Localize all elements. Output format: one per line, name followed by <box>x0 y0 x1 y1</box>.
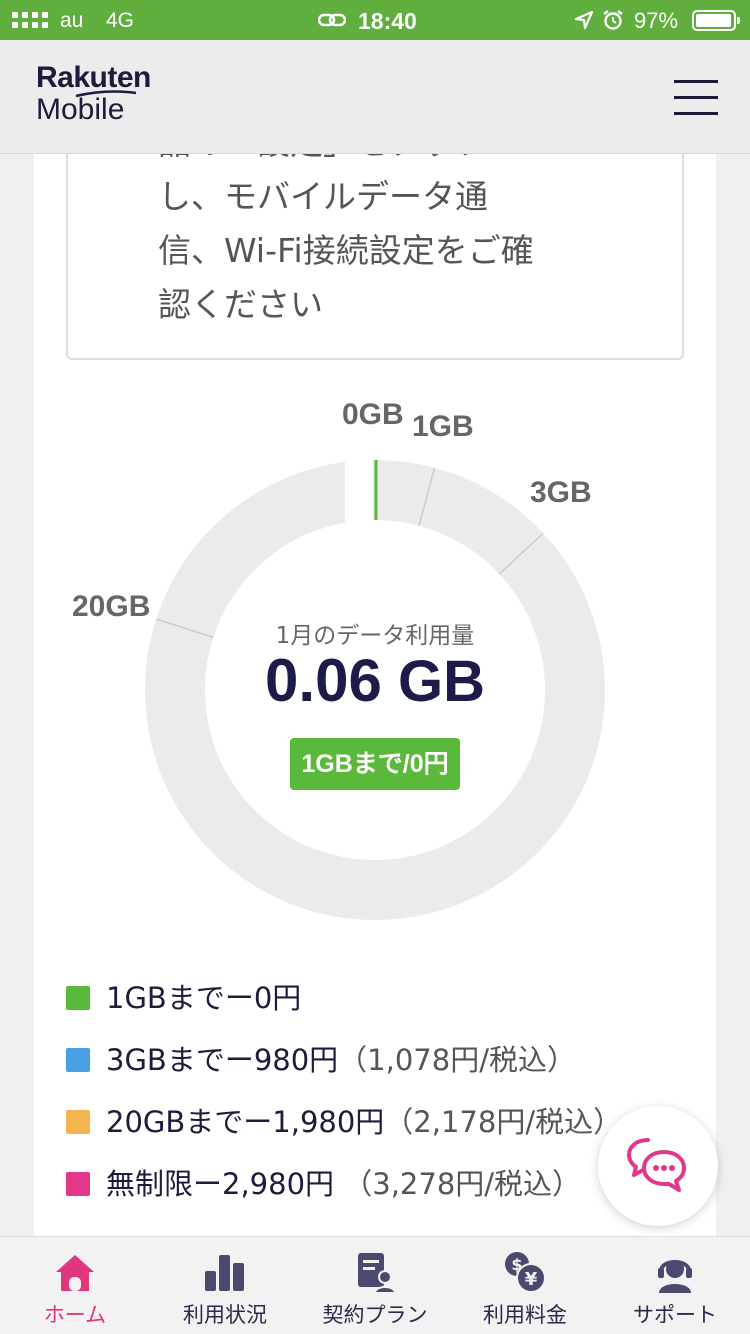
signal-icon <box>12 10 48 30</box>
scale-label-3gb: 3GB <box>530 476 592 509</box>
legend-text: 1GBまでー0円 <box>106 976 301 1020</box>
contract-icon <box>358 1253 397 1294</box>
support-icon <box>658 1260 692 1293</box>
nav-support[interactable]: サポート <box>600 1237 750 1334</box>
location-arrow-icon <box>574 10 594 30</box>
notice-box: 品の「設定」をタップ し、モバイルデータ通 信、Wi-Fi接続設定をご確 認くだ… <box>66 154 684 360</box>
carrier-name: au <box>60 9 84 32</box>
nav-label: 契約プラン <box>322 1303 428 1327</box>
usage-caption: 1月のデータ利用量 <box>275 623 475 649</box>
logo-line2: Mobile <box>36 93 125 126</box>
legend-item: 1GBまでー0円 <box>66 976 706 1038</box>
battery-percent: 97% <box>634 8 679 33</box>
legend-tax: （2,178円/税込） <box>384 1105 623 1139</box>
nav-label: 利用料金 <box>483 1303 567 1327</box>
clock-time: 18:40 <box>358 8 417 34</box>
nav-label: サポート <box>633 1303 717 1327</box>
legend-text: 3GBまでー980円（1,078円/税込） <box>106 1038 576 1082</box>
alarm-icon <box>603 10 623 30</box>
legend-text: 無制限ー2,980円 （3,278円/税込） <box>106 1162 581 1206</box>
nav-usage[interactable]: 利用状況 <box>150 1237 300 1334</box>
legend-tax: （3,278円/税込） <box>334 1167 582 1201</box>
battery-icon <box>692 10 740 31</box>
usage-value: 0.06 GB <box>175 646 575 715</box>
nav-home[interactable]: ホーム <box>0 1237 150 1334</box>
nav-label: 利用状況 <box>183 1303 267 1327</box>
rakuten-mobile-logo[interactable]: Rakuten Mobile <box>36 62 151 126</box>
usage-number: 0.06 <box>265 647 382 714</box>
notice-line: 認ください <box>158 285 323 324</box>
bar-chart-icon <box>205 1255 244 1291</box>
main-content: 品の「設定」をタップ し、モバイルデータ通 信、Wi-Fi接続設定をご確 認くだ… <box>34 154 716 1236</box>
notice-line: し、モバイルデータ通 <box>158 177 488 216</box>
app-header: Rakuten Mobile <box>0 40 750 154</box>
link-icon <box>318 13 346 27</box>
scale-label-0gb: 0GB <box>342 398 404 431</box>
chat-bubbles-icon <box>627 1138 686 1192</box>
legend-label: 20GBまでー1,980円 <box>106 1105 385 1139</box>
legend-swatch <box>66 1172 90 1196</box>
legend-swatch <box>66 1110 90 1134</box>
scale-label-1gb: 1GB <box>412 410 474 443</box>
legend-text: 20GBまでー1,980円（2,178円/税込） <box>106 1100 622 1144</box>
logo-swoosh-icon <box>75 90 137 98</box>
status-bar: au 4G 18:40 97% <box>0 0 750 40</box>
nav-label: ホーム <box>43 1303 107 1327</box>
legend-tax: （1,078円/税込） <box>338 1043 576 1077</box>
notice-line: 品の「設定」をタップ <box>158 154 598 170</box>
svg-text:¥: ¥ <box>525 1269 538 1290</box>
data-usage-donut: 0GB 1GB 3GB 20GB 1月のデータ利用量 0.06 GB 1GBまで… <box>34 374 716 934</box>
usage-unit: GB <box>397 649 485 714</box>
scale-label-20gb: 20GB <box>72 590 151 623</box>
legend-label: 1GBまでー0円 <box>106 981 302 1015</box>
notice-text: 品の「設定」をタップ し、モバイルデータ通 信、Wi-Fi接続設定をご確 認くだ… <box>158 154 598 332</box>
nav-contract[interactable]: 契約プラン <box>300 1237 450 1334</box>
price-badge: 1GBまで/0円 <box>290 738 460 790</box>
legend-swatch <box>66 986 90 1010</box>
legend-swatch <box>66 1048 90 1072</box>
notice-line: 信、Wi-Fi接続設定をご確 <box>158 231 534 270</box>
legend-label: 3GBまでー980円 <box>106 1043 339 1077</box>
legend-item: 3GBまでー980円（1,078円/税込） <box>66 1038 706 1100</box>
nav-fee[interactable]: $ ¥ 利用料金 <box>450 1237 600 1334</box>
fee-icon: $ ¥ <box>505 1252 546 1293</box>
bottom-nav: ホーム 利用状況 契約プラン $ ¥ 利用料金 サポート <box>0 1236 750 1334</box>
network-type: 4G <box>106 9 135 32</box>
donut-gap <box>345 458 373 522</box>
hamburger-menu-icon[interactable] <box>674 80 718 116</box>
chat-button[interactable] <box>598 1106 718 1226</box>
legend-label: 無制限ー2,980円 <box>106 1167 335 1201</box>
home-icon <box>56 1255 94 1291</box>
